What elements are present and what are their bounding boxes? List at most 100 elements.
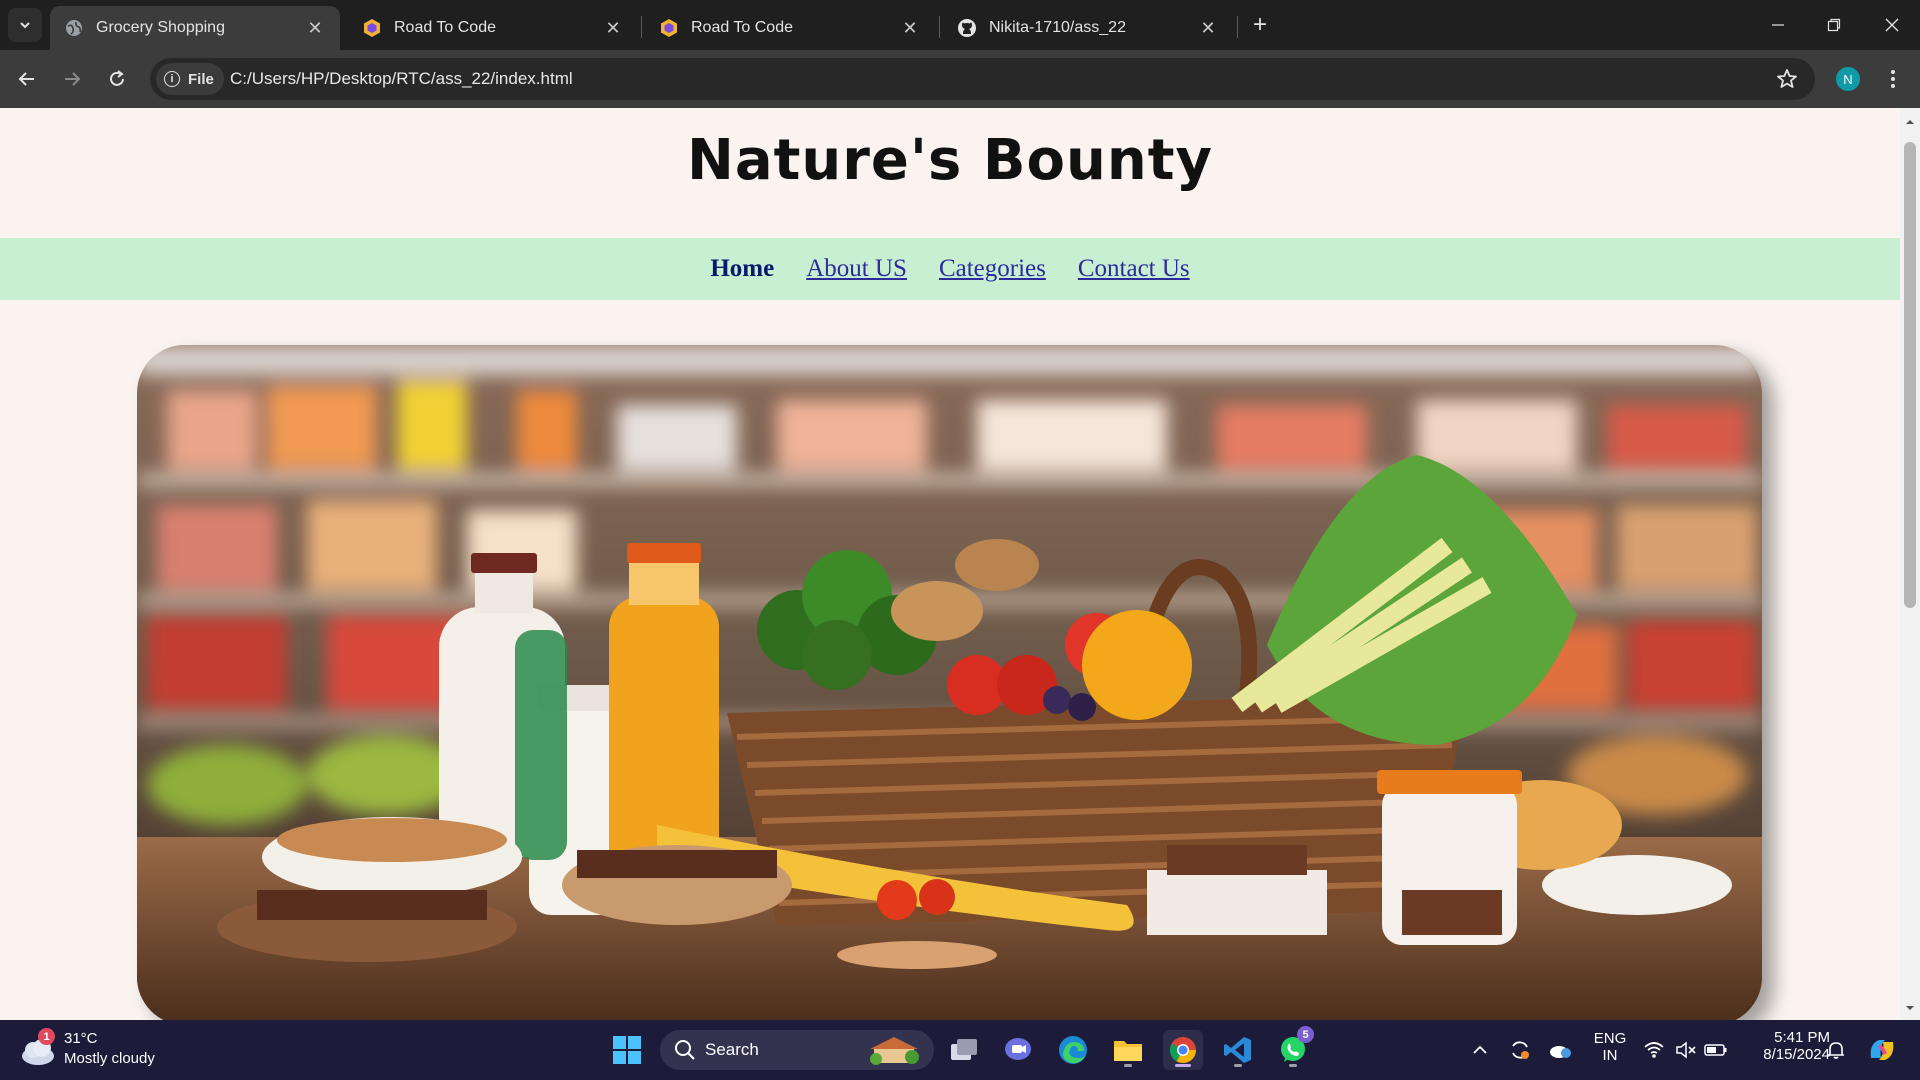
forward-button[interactable] (55, 62, 89, 96)
browser-toolbar: i File C:/Users/HP/Desktop/RTC/ass_22/in… (0, 50, 1920, 108)
reload-icon (110, 70, 124, 86)
running-indicator (1124, 1064, 1132, 1067)
volume-muted-icon (1676, 1041, 1696, 1059)
onedrive-tray-button[interactable] (1542, 1030, 1578, 1070)
restore-button[interactable] (1806, 0, 1862, 50)
tab-title: Road To Code (394, 19, 496, 36)
minimize-icon (1772, 24, 1784, 26)
chrome-icon (1169, 1037, 1197, 1064)
chip-label: File (188, 70, 214, 88)
chrome-taskbar-button[interactable] (1163, 1030, 1203, 1070)
page-scrollbar[interactable] (1900, 108, 1920, 1020)
whatsapp-button[interactable]: 5 (1273, 1026, 1314, 1070)
reload-button[interactable] (100, 62, 134, 96)
close-icon[interactable]: ✕ (602, 17, 624, 39)
battery-tray-button[interactable] (1698, 1030, 1734, 1070)
bookmark-star-icon[interactable] (1775, 67, 1799, 91)
back-button[interactable] (10, 62, 44, 96)
arrow-left-icon (18, 72, 34, 86)
site-navigation: Home About US Categories Contact Us (0, 238, 1900, 300)
site-info-chip[interactable]: i File (156, 63, 224, 95)
wifi-icon (1644, 1042, 1664, 1058)
profile-initial: N (1843, 71, 1853, 87)
start-button[interactable] (607, 1030, 647, 1070)
window-close-button[interactable] (1864, 0, 1920, 50)
more-vertical-icon (1891, 70, 1895, 88)
chevron-up-icon (1473, 1045, 1487, 1054)
teams-chat-button[interactable] (998, 1030, 1038, 1070)
close-icon[interactable]: ✕ (1197, 17, 1219, 39)
sync-tray-button[interactable] (1502, 1030, 1538, 1070)
tab-separator (939, 16, 940, 38)
nav-link-categories[interactable]: Categories (939, 255, 1046, 283)
clock[interactable]: 5:41 PM 8/15/2024 (1740, 1029, 1830, 1063)
browser-tab-strip: Grocery Shopping ✕ Road To Code ✕ Road T… (0, 0, 1920, 50)
search-label: Search (705, 1040, 759, 1059)
task-view-button[interactable] (944, 1030, 984, 1070)
wifi-tray-button[interactable] (1636, 1030, 1672, 1070)
road-to-code-icon (364, 19, 380, 37)
running-indicator (1234, 1064, 1242, 1067)
cloud-info-icon (1550, 1046, 1571, 1058)
battery-icon (1704, 1044, 1727, 1056)
tab-road-to-code[interactable]: Road To Code ✕ (348, 6, 638, 50)
sync-icon (1512, 1041, 1529, 1059)
edge-browser-button[interactable] (1053, 1030, 1093, 1070)
vscode-button[interactable] (1218, 1030, 1258, 1070)
copilot-button[interactable] (1862, 1030, 1902, 1070)
address-bar[interactable]: i File C:/Users/HP/Desktop/RTC/ass_22/in… (150, 58, 1815, 100)
tab-title: Nikita-1710/ass_22 (989, 19, 1126, 36)
tab-search-button[interactable] (8, 8, 42, 42)
url-text[interactable]: C:/Users/HP/Desktop/RTC/ass_22/index.htm… (230, 69, 573, 89)
restore-icon (1827, 18, 1841, 32)
notifications-button[interactable] (1818, 1030, 1854, 1070)
info-icon: i (164, 71, 180, 87)
plus-icon: + (1252, 11, 1267, 38)
running-indicator (1289, 1064, 1297, 1067)
search-icon (675, 1040, 695, 1060)
region-code: IN (1602, 1047, 1618, 1064)
language-code: ENG (1593, 1030, 1627, 1047)
nav-link-about-us[interactable]: About US (806, 255, 907, 283)
road-to-code-icon (661, 19, 677, 37)
scroll-up-arrow-icon[interactable] (1904, 116, 1916, 128)
close-icon[interactable]: ✕ (899, 17, 921, 39)
tab-github-repo[interactable]: Nikita-1710/ass_22 ✕ (943, 6, 1233, 50)
nav-link-contact-us[interactable]: Contact Us (1078, 255, 1190, 283)
globe-icon (66, 20, 82, 36)
weather-condition: Mostly cloudy (64, 1050, 155, 1067)
github-icon (958, 19, 976, 37)
close-icon (1885, 18, 1899, 32)
arrow-right-icon (65, 72, 81, 86)
tab-separator (641, 16, 642, 38)
chevron-down-icon (20, 22, 30, 29)
tab-separator (1237, 16, 1238, 38)
scroll-down-arrow-icon[interactable] (1904, 1002, 1916, 1014)
tab-road-to-code[interactable]: Road To Code ✕ (645, 6, 935, 50)
clock-date: 8/15/2024 (1763, 1046, 1830, 1063)
nav-link-home[interactable]: Home (710, 255, 774, 283)
tab-title: Grocery Shopping (96, 19, 225, 36)
vscode-icon (1224, 1037, 1251, 1063)
close-icon[interactable]: ✕ (304, 17, 326, 39)
weather-temperature: 31°C (64, 1030, 98, 1047)
tab-grocery-shopping[interactable]: Grocery Shopping ✕ (50, 6, 340, 50)
browser-menu-button[interactable] (1880, 62, 1906, 96)
minimize-button[interactable] (1750, 0, 1806, 50)
weather-badge: 1 (38, 1028, 55, 1045)
bell-icon (1828, 1042, 1844, 1059)
hero-image (137, 345, 1762, 1020)
weather-widget[interactable]: 1 31°C Mostly cloudy (20, 1028, 180, 1072)
profile-avatar[interactable]: N (1836, 67, 1860, 91)
new-tab-button[interactable]: + (1245, 10, 1275, 40)
language-indicator[interactable]: ENG IN (1590, 1030, 1630, 1064)
show-hidden-icons-button[interactable] (1462, 1030, 1498, 1070)
taskbar-search[interactable]: Search (660, 1030, 934, 1070)
grocery-basket-illustration (137, 345, 1762, 1020)
whatsapp-badge: 5 (1297, 1026, 1314, 1043)
page-title: Nature's Bounty (686, 128, 1214, 193)
tab-title: Road To Code (691, 19, 793, 36)
file-explorer-button[interactable] (1108, 1030, 1148, 1070)
copilot-icon (1870, 1040, 1894, 1060)
scrollbar-thumb[interactable] (1904, 142, 1916, 608)
